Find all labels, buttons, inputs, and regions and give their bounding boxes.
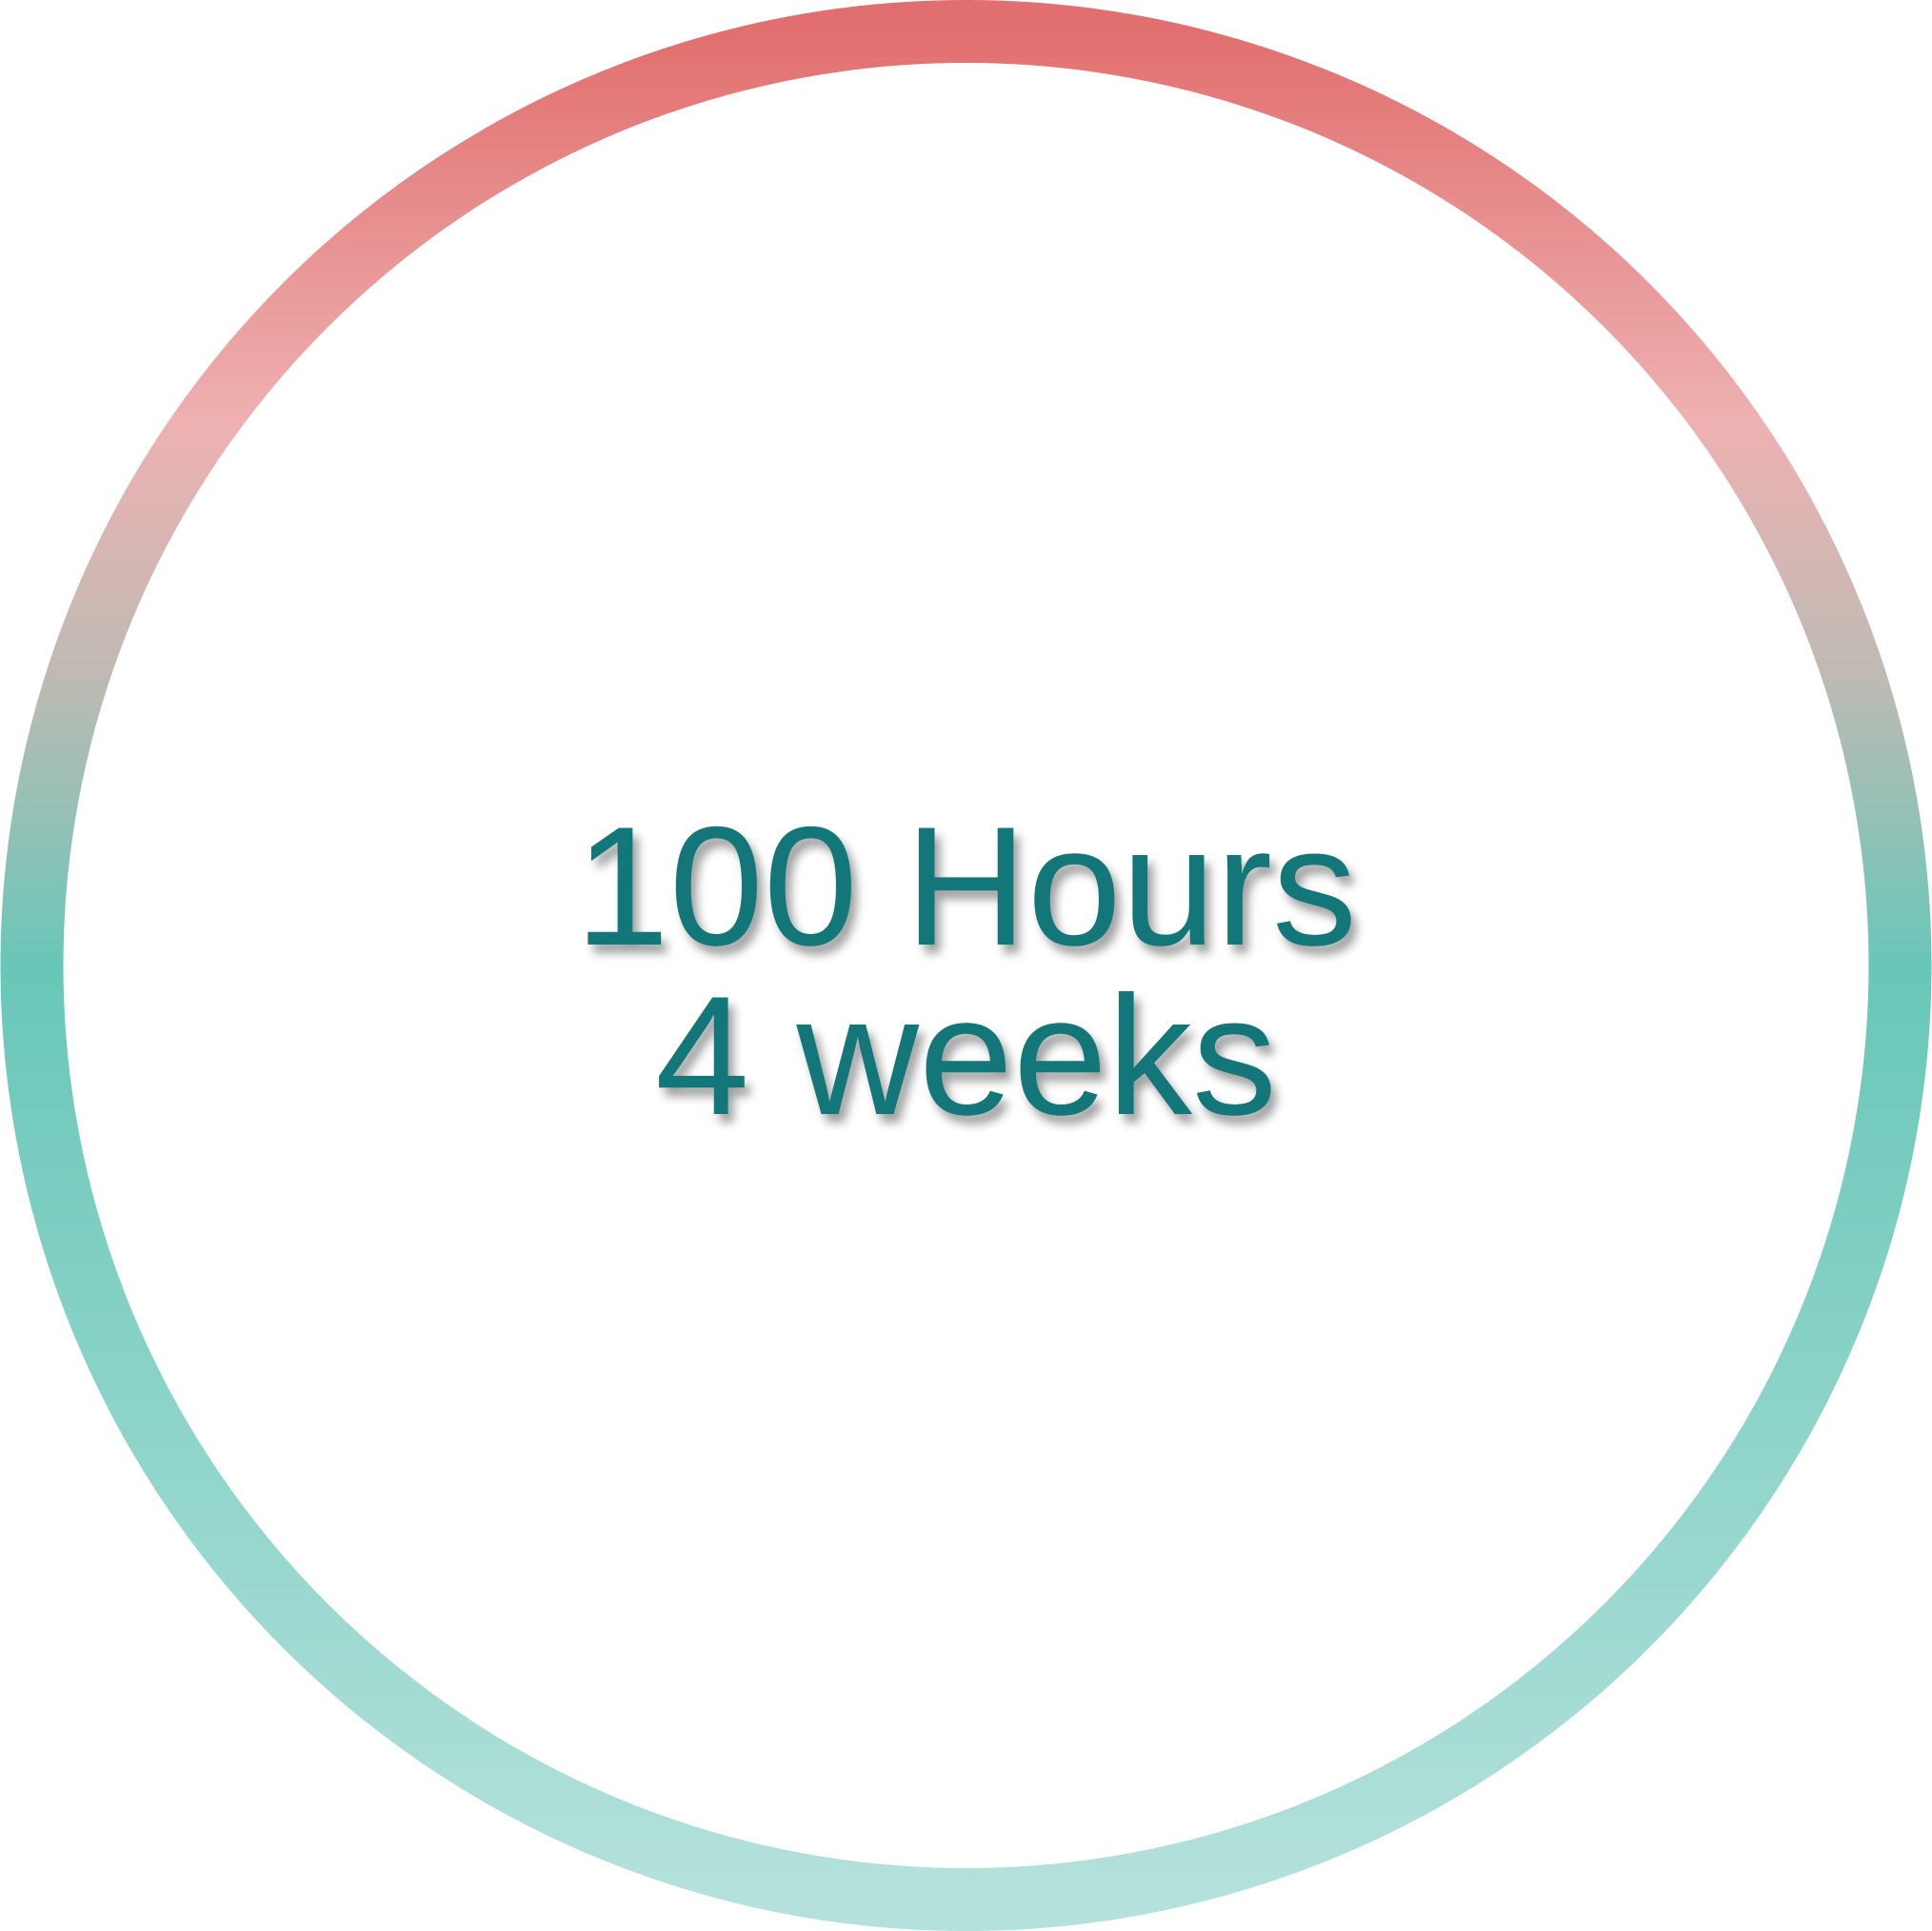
duration-text: 4 weeks (655, 961, 1277, 1150)
badge-label: 100 Hours 4 weeks (0, 802, 1932, 1141)
badge-canvas: 100 Hours 4 weeks (0, 0, 1932, 1931)
hours-text: 100 Hours (574, 791, 1358, 981)
